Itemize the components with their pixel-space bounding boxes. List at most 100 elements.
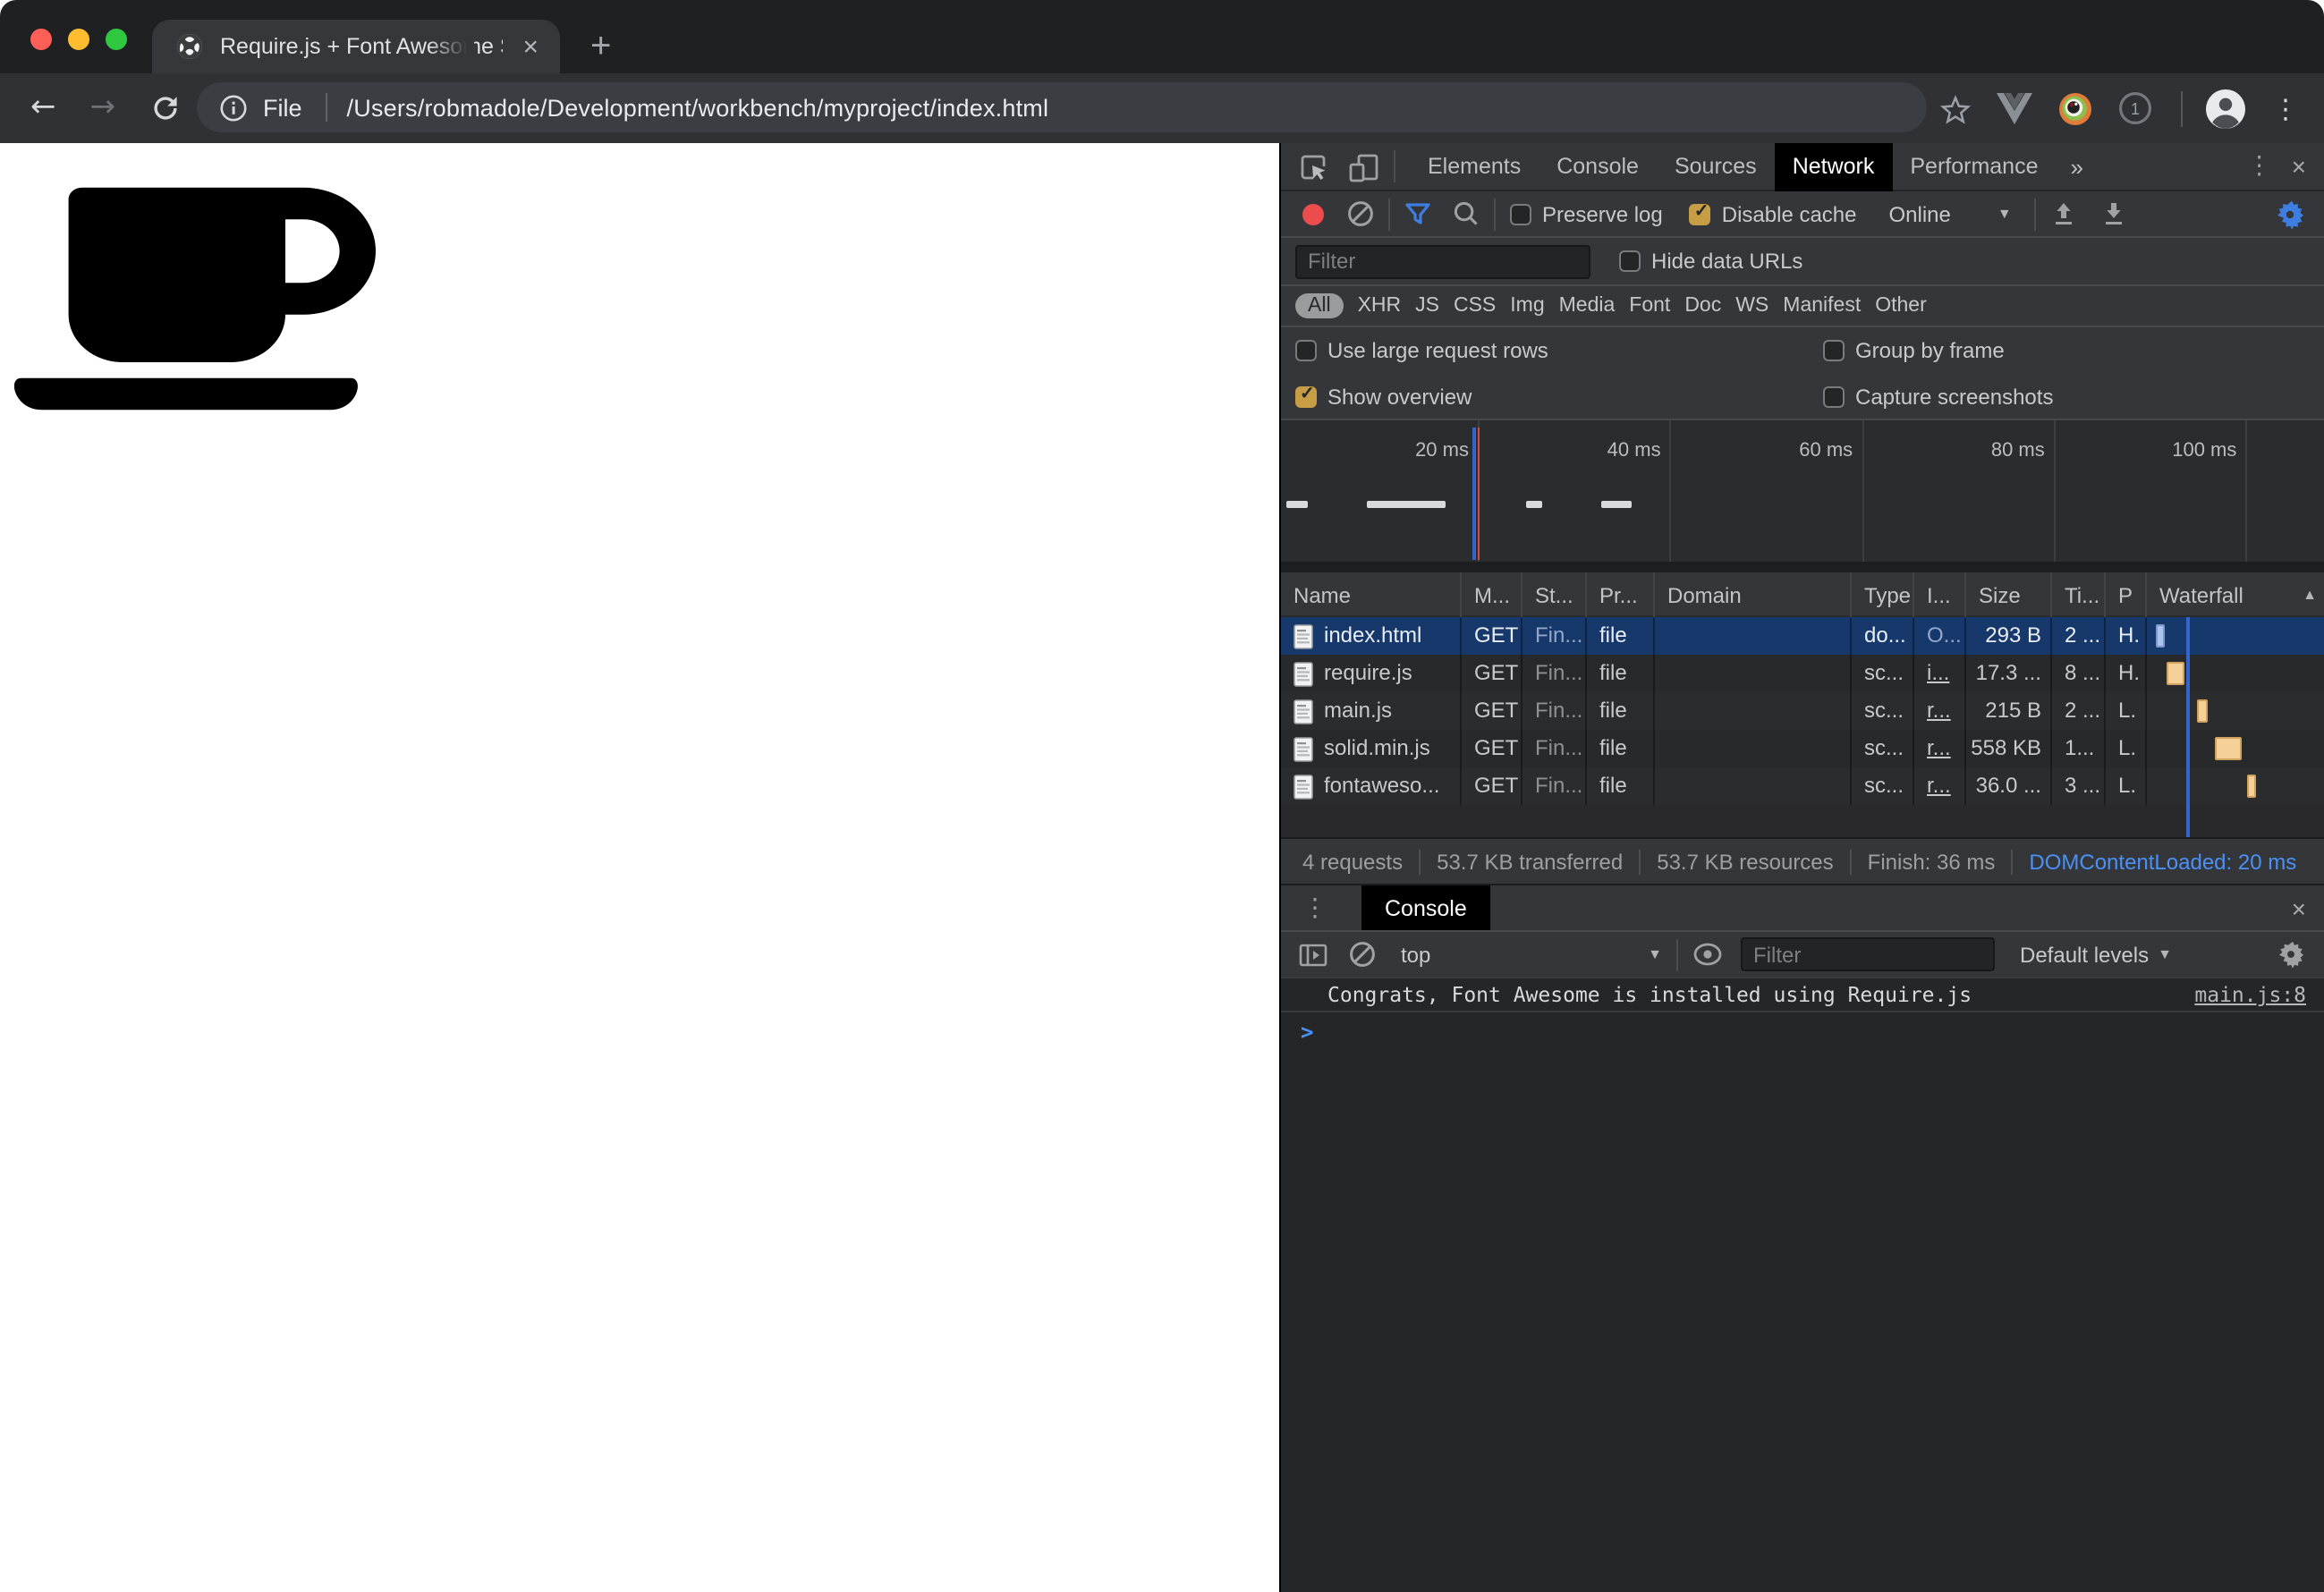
profile-avatar[interactable] (2204, 87, 2247, 130)
bookmark-star-icon[interactable] (1939, 92, 1972, 124)
page-info-icon[interactable] (220, 94, 247, 121)
cell-text: 1... (2065, 735, 2094, 760)
browser-tab[interactable]: Require.js + Font Awesome SVG × (152, 20, 560, 73)
type-filter-js[interactable]: JS (1415, 295, 1439, 317)
export-har-icon[interactable] (2101, 200, 2128, 227)
summary-item[interactable]: DOMContentLoaded: 20 ms (2013, 849, 2312, 874)
console-filter-input[interactable] (1741, 937, 1995, 971)
hide-data-urls-checkbox[interactable] (1619, 250, 1641, 272)
group-by-frame-checkbox[interactable] (1823, 340, 1845, 361)
column-header-type[interactable]: Type (1852, 572, 1914, 617)
live-expression-eye-icon[interactable] (1692, 943, 1723, 966)
url-scheme-label: File (263, 94, 302, 121)
preserve-log-checkbox[interactable] (1510, 203, 1531, 224)
back-button[interactable]: ← (30, 93, 56, 123)
type-filter-all[interactable]: All (1295, 293, 1344, 318)
forward-button[interactable]: → (90, 93, 116, 123)
url-text[interactable]: /Users/robmadole/Development/workbench/m… (347, 94, 1049, 121)
import-har-icon[interactable] (2051, 200, 2078, 227)
console-message-source-link[interactable]: main.js:8 (2194, 982, 2306, 1007)
devtools-menu-kebab-icon[interactable]: ⋮ (2236, 152, 2283, 181)
console-settings-gear-icon[interactable] (2277, 941, 2304, 968)
capture-screenshots-checkbox[interactable] (1823, 385, 1845, 407)
show-overview-checkbox[interactable] (1295, 385, 1317, 407)
new-tab-button[interactable]: + (590, 20, 611, 73)
close-window-button[interactable] (30, 29, 52, 50)
context-dropdown-icon: ▼ (1648, 946, 1662, 962)
eye-extension-icon[interactable] (2057, 90, 2093, 126)
type-filter-css[interactable]: CSS (1454, 295, 1496, 317)
cell-text[interactable]: r... (1927, 735, 1951, 760)
devtools-tab-network[interactable]: Network (1775, 142, 1893, 191)
console-sidebar-toggle-icon[interactable] (1299, 942, 1327, 967)
cell-text[interactable]: r... (1927, 773, 1951, 798)
console-prompt[interactable]: > (1281, 1012, 2324, 1052)
record-network-log-button[interactable] (1302, 203, 1324, 224)
network-overview-timeline[interactable]: 20 ms40 ms60 ms80 ms100 ms (1281, 420, 2324, 572)
cell-text[interactable]: i... (1927, 660, 1949, 685)
device-toolbar-icon[interactable] (1347, 151, 1379, 182)
vue-devtools-extension-icon[interactable] (1997, 92, 2032, 124)
column-header-size[interactable]: Size (1966, 572, 2052, 617)
type-filter-ws[interactable]: WS (1735, 295, 1768, 317)
devtools-close-icon[interactable]: × (2283, 152, 2324, 181)
address-bar[interactable]: File /Users/robmadole/Development/workbe… (197, 82, 1927, 132)
close-tab-icon[interactable]: × (515, 30, 546, 64)
context-value: top (1401, 942, 1430, 967)
column-header-m[interactable]: M... (1462, 572, 1522, 617)
network-settings-gear-icon[interactable] (2276, 199, 2304, 228)
devtools-tab-performance[interactable]: Performance (1892, 142, 2056, 191)
network-table-header: NameM...St...Pr...DomainTypeI...SizeTi..… (1281, 572, 2324, 617)
network-filter-input[interactable] (1295, 244, 1590, 278)
clear-console-icon[interactable] (1349, 941, 1376, 968)
more-tabs-chevron-icon[interactable]: » (2057, 153, 2098, 180)
throttling-dropdown-icon[interactable]: ▼ (1997, 206, 2012, 222)
cell-text[interactable]: r... (1927, 698, 1951, 723)
inspect-element-icon[interactable] (1299, 151, 1329, 182)
minimize-window-button[interactable] (68, 29, 89, 50)
column-header-pr[interactable]: Pr... (1587, 572, 1655, 617)
clear-network-icon[interactable] (1347, 200, 1374, 227)
type-filter-xhr[interactable]: XHR (1358, 295, 1402, 317)
javascript-context-select[interactable]: top ▼ (1401, 942, 1662, 967)
network-request-row[interactable]: require.jsGETFin...filesc...i...17.3 ...… (1281, 655, 2324, 692)
devtools-tab-console[interactable]: Console (1539, 142, 1657, 191)
drawer-menu-kebab-icon[interactable]: ⋮ (1292, 893, 1338, 922)
reload-button[interactable] (149, 93, 180, 123)
browser-menu-kebab-icon[interactable]: ⋮ (2272, 92, 2299, 124)
file-icon (1293, 736, 1313, 761)
network-request-row[interactable]: main.jsGETFin...filesc...r...215 B2 ...L… (1281, 692, 2324, 730)
log-levels-select[interactable]: Default levels ▼ (2020, 942, 2172, 967)
devtools-tab-sources[interactable]: Sources (1657, 142, 1775, 191)
column-header-name[interactable]: Name (1281, 572, 1462, 617)
column-header-p[interactable]: P (2106, 572, 2147, 617)
devtools-tab-elements[interactable]: Elements (1410, 142, 1539, 191)
type-filter-doc[interactable]: Doc (1684, 295, 1721, 317)
column-header-i[interactable]: I... (1914, 572, 1966, 617)
search-icon[interactable] (1453, 200, 1480, 227)
network-request-row[interactable]: solid.min.jsGETFin...filesc...r...558 KB… (1281, 730, 2324, 767)
type-filter-font[interactable]: Font (1629, 295, 1670, 317)
cell-ti: 8 ... (2052, 655, 2106, 692)
disable-cache-checkbox[interactable] (1690, 203, 1711, 224)
column-header-ti[interactable]: Ti... (2052, 572, 2106, 617)
filter-funnel-icon[interactable] (1404, 201, 1431, 226)
column-header-st[interactable]: St... (1522, 572, 1587, 617)
throttling-select[interactable]: Online (1889, 201, 1951, 226)
use-large-request-rows-checkbox[interactable] (1295, 340, 1317, 361)
network-request-row[interactable]: fontaweso...GETFin...filesc...r...36.0 .… (1281, 767, 2324, 805)
type-filter-img[interactable]: Img (1510, 295, 1544, 317)
close-drawer-icon[interactable]: × (2283, 893, 2324, 922)
cell-domain (1655, 730, 1852, 767)
network-request-row[interactable]: index.htmlGETFin...filedo...O...293 B2 .… (1281, 617, 2324, 655)
type-filter-other[interactable]: Other (1875, 295, 1927, 317)
password-extension-icon[interactable]: 1 (2118, 91, 2152, 125)
column-header-waterfall[interactable]: Waterfall▲ (2147, 572, 2324, 617)
type-filter-media[interactable]: Media (1559, 295, 1616, 317)
globe-favicon (175, 32, 204, 61)
maximize-window-button[interactable] (106, 29, 127, 50)
type-filter-manifest[interactable]: Manifest (1783, 295, 1861, 317)
console-drawer-tab[interactable]: Console (1361, 885, 1490, 931)
column-header-domain[interactable]: Domain (1655, 572, 1852, 617)
request-type-filters: All XHR JS CSS Img Media Font Doc WS Manifest Othe… (1281, 286, 2324, 327)
